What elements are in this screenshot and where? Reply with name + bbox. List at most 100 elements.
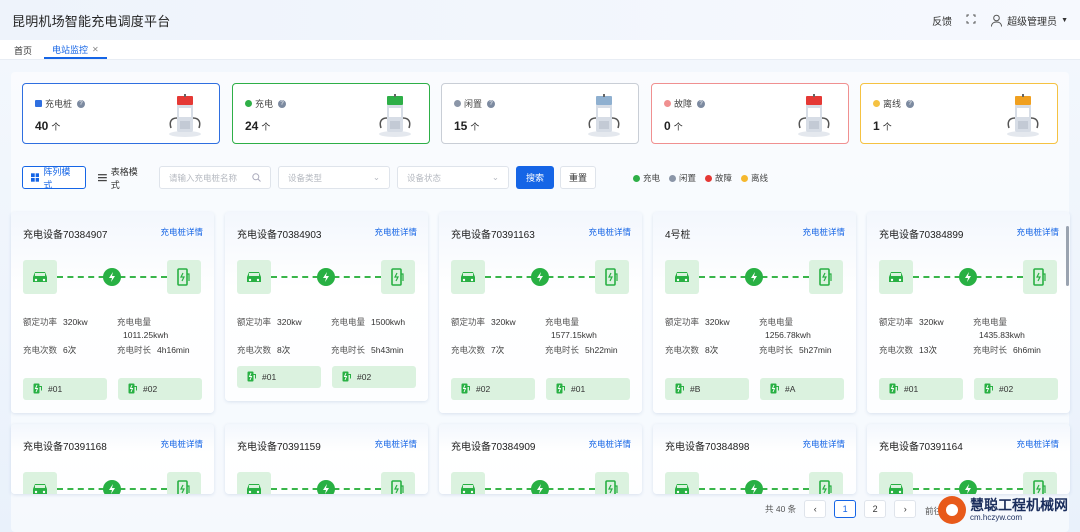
device-type-select[interactable]: 设备类型 ⌄ xyxy=(278,166,390,189)
device-card[interactable]: 充电设备70384898 充电桩详情 xyxy=(653,424,856,494)
pile-detail-link[interactable]: 充电桩详情 xyxy=(1016,226,1059,238)
help-icon[interactable]: ? xyxy=(906,99,915,108)
device-card[interactable]: 充电设备70391168 充电桩详情 xyxy=(11,424,214,494)
feedback-link[interactable]: 反馈 xyxy=(932,13,952,28)
pile-detail-link[interactable]: 充电桩详情 xyxy=(160,438,203,450)
stat-label-row: 故障? xyxy=(664,97,706,110)
filter-toolbar: 阵列模式 表格模式 请输入充电桩名称 设备类型 ⌄ 设备状态 ⌄ 搜索 重置 充… xyxy=(22,166,1062,190)
device-card[interactable]: 充电设备70384903 充电桩详情 额定功率 320kw 充电电量 1500kwh 充电次… xyxy=(225,212,428,401)
charging-flow xyxy=(665,260,843,294)
pile-detail-link[interactable]: 充电桩详情 xyxy=(588,226,631,238)
help-icon[interactable]: ? xyxy=(487,99,496,108)
device-name: 充电设备70384903 xyxy=(237,230,322,241)
help-icon[interactable]: ? xyxy=(278,99,287,108)
charging-gun-button[interactable]: #01 xyxy=(237,366,321,388)
fullscreen-icon[interactable] xyxy=(966,14,976,27)
pile-name-placeholder: 请输入充电桩名称 xyxy=(169,172,238,183)
stat-number: 15 xyxy=(454,119,468,133)
charging-gun-button[interactable]: #01 xyxy=(23,378,107,400)
grid-mode-button[interactable]: 阵列模式 xyxy=(22,166,86,190)
legend-item: 离线 xyxy=(741,172,768,184)
gun-label: #02 xyxy=(476,384,491,394)
charging-gun-button[interactable]: #02 xyxy=(451,378,535,400)
metric-value: 8次 xyxy=(705,345,719,355)
car-icon xyxy=(237,260,271,294)
page-1-button[interactable]: 1 xyxy=(834,500,857,518)
pile-name-input[interactable]: 请输入充电桩名称 xyxy=(159,166,271,189)
metric-item: 充电次数 13次 xyxy=(879,344,937,356)
metric-label: 充电时长 xyxy=(545,345,580,355)
metric-value: 5h27min xyxy=(799,345,832,355)
legend-label: 充电 xyxy=(643,173,661,183)
charging-pile-icon xyxy=(584,92,624,141)
charging-flow xyxy=(237,472,415,494)
device-card[interactable]: 充电设备70384907 充电桩详情 额定功率 320kw 充电电量 1011.25kwh… xyxy=(11,212,214,413)
reset-button[interactable]: 重置 xyxy=(560,166,596,189)
metric-item: 充电次数 8次 xyxy=(665,344,718,356)
metric-item: 额定功率 320kw xyxy=(23,316,88,328)
pile-detail-link[interactable]: 充电桩详情 xyxy=(802,438,845,450)
charging-gun-button[interactable]: #02 xyxy=(974,378,1058,400)
metric-label: 额定功率 xyxy=(665,317,700,327)
car-icon xyxy=(665,472,699,494)
stat-label: 离线 xyxy=(883,99,902,109)
stat-card[interactable]: 闲置? 15 个 xyxy=(441,83,639,144)
pile-detail-link[interactable]: 充电桩详情 xyxy=(160,226,203,238)
metric-item: 额定功率 320kw xyxy=(451,316,516,328)
metric-value: 320kw xyxy=(491,317,516,327)
stat-card[interactable]: 充电桩? 40 个 xyxy=(22,83,220,144)
close-icon[interactable]: ✕ xyxy=(92,45,99,54)
page-2-button[interactable]: 2 xyxy=(864,500,887,518)
tab-home[interactable]: 首页 xyxy=(6,41,40,59)
caret-down-icon: ▼ xyxy=(1061,16,1068,24)
pile-detail-link[interactable]: 充电桩详情 xyxy=(374,438,417,450)
grid-icon xyxy=(31,173,40,182)
device-name: 充电设备70384907 xyxy=(23,230,108,241)
car-icon xyxy=(665,260,699,294)
legend-label: 离线 xyxy=(751,173,769,183)
device-card[interactable]: 充电设备70384909 充电桩详情 xyxy=(439,424,642,494)
chevron-down-icon: ⌄ xyxy=(491,172,499,182)
charging-gun-button[interactable]: #A xyxy=(760,378,844,400)
device-card[interactable]: 充电设备70391163 充电桩详情 额定功率 320kw 充电电量 1577.15kwh… xyxy=(439,212,642,413)
stat-card[interactable]: 充电? 24 个 xyxy=(232,83,430,144)
stat-card[interactable]: 离线? 1 个 xyxy=(860,83,1058,144)
charger-icon xyxy=(167,472,201,494)
help-icon[interactable]: ? xyxy=(697,99,706,108)
scrollbar[interactable] xyxy=(1066,226,1069,286)
charging-gun-button[interactable]: #01 xyxy=(546,378,630,400)
search-button[interactable]: 搜索 xyxy=(516,166,554,189)
pile-detail-link[interactable]: 充电桩详情 xyxy=(1016,438,1059,450)
device-status-select[interactable]: 设备状态 ⌄ xyxy=(397,166,509,189)
tabs-bar: 首页 电站监控 ✕ xyxy=(0,40,1080,60)
user-menu[interactable]: 超级管理员 ▼ xyxy=(990,13,1068,28)
pile-detail-link[interactable]: 充电桩详情 xyxy=(802,226,845,238)
tab-station-monitor[interactable]: 电站监控 ✕ xyxy=(44,41,107,59)
prev-page-button[interactable]: ‹ xyxy=(804,500,827,518)
metric-label: 充电时长 xyxy=(973,345,1008,355)
device-name: 充电设备70391159 xyxy=(237,442,321,453)
device-name: 4号桩 xyxy=(665,230,691,241)
charging-gun-button[interactable]: #01 xyxy=(879,378,963,400)
status-dot-icon xyxy=(873,100,880,107)
device-card[interactable]: 充电设备70391159 充电桩详情 xyxy=(225,424,428,494)
charging-gun-button[interactable]: #02 xyxy=(332,366,416,388)
device-card[interactable]: 4号桩 充电桩详情 额定功率 320kw 充电电量 1256.78kwh 充电次数 8次 充电时… xyxy=(653,212,856,413)
pile-detail-link[interactable]: 充电桩详情 xyxy=(374,226,417,238)
charging-gun-button[interactable]: #02 xyxy=(118,378,202,400)
status-legend: 充电 闲置 故障 离线 xyxy=(633,172,768,184)
pile-detail-link[interactable]: 充电桩详情 xyxy=(588,438,631,450)
metric-label: 额定功率 xyxy=(237,317,272,327)
gun-icon xyxy=(461,383,470,396)
metric-label: 额定功率 xyxy=(451,317,486,327)
charging-gun-button[interactable]: #B xyxy=(665,378,749,400)
help-icon[interactable]: ? xyxy=(77,99,86,108)
stat-card[interactable]: 故障? 0 个 xyxy=(651,83,849,144)
metric-label: 充电时长 xyxy=(759,345,794,355)
metric-value: 6h6min xyxy=(1013,345,1041,355)
next-page-button[interactable]: › xyxy=(894,500,917,518)
metric-item: 充电时长 5h27min xyxy=(759,344,832,356)
table-mode-button[interactable]: 表格模式 xyxy=(90,166,154,190)
device-card[interactable]: 充电设备70384899 充电桩详情 额定功率 320kw 充电电量 1435.83kwh… xyxy=(867,212,1070,413)
device-card[interactable]: 充电设备70391164 充电桩详情 xyxy=(867,424,1070,494)
